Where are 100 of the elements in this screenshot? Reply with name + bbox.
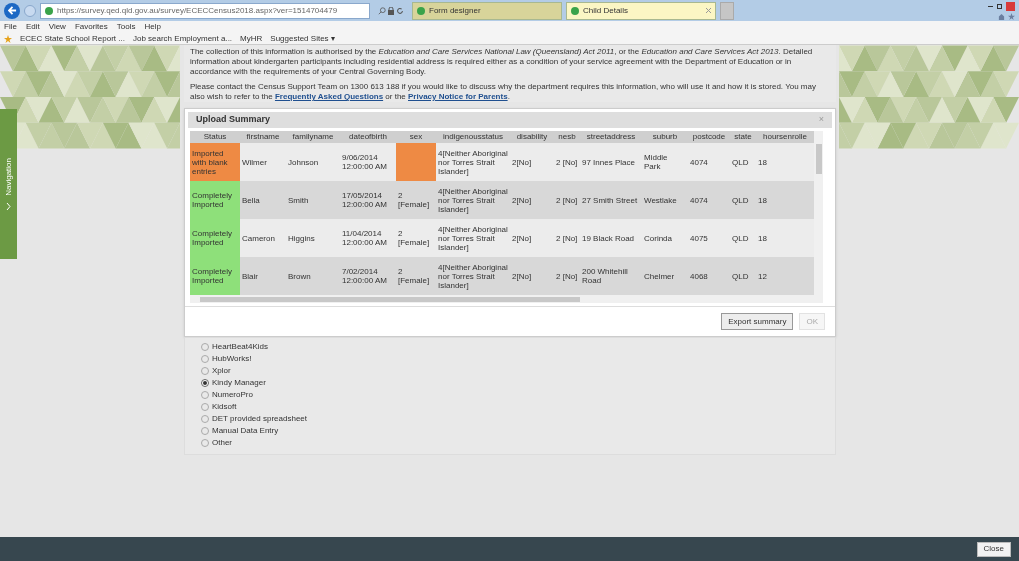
menu-item[interactable]: File	[4, 21, 17, 33]
table-cell-text: Westlake	[643, 195, 678, 205]
site-icon	[417, 6, 425, 15]
favorites-star-icon	[4, 34, 12, 43]
address-bar[interactable]: https://survey.qed.qld.gov.au/survey/ECECCensus2018.aspx?ver=1514704479	[40, 2, 370, 19]
vertical-scrollbar[interactable]	[814, 131, 823, 303]
minimize-icon[interactable]	[988, 5, 993, 7]
column-header: state	[733, 131, 753, 143]
menu-item[interactable]: View	[48, 21, 66, 33]
radio-label: Manual Data Entry	[212, 426, 279, 436]
column-header: sex	[408, 131, 424, 143]
table-cell-text: Chelmer	[643, 271, 676, 281]
star-icon[interactable]	[1008, 12, 1015, 20]
column-header: postcode	[691, 131, 727, 143]
scrollbar-thumb[interactable]	[815, 144, 822, 174]
restore-icon[interactable]	[997, 3, 1002, 9]
privacy-notice-link[interactable]: Privacy Notice for Parents	[408, 92, 508, 101]
table-cell-text: 2 [Female]	[397, 191, 431, 209]
radio-label: Other	[212, 438, 232, 448]
horizontal-scrollbar[interactable]	[190, 295, 814, 303]
column-header: indigenousstatus	[441, 131, 504, 143]
radio-button[interactable]	[201, 379, 209, 387]
table-cell-text: 4068	[689, 271, 709, 281]
site-icon	[45, 6, 53, 15]
chevron-right-icon	[6, 203, 11, 211]
status-cell: Completely Imported	[190, 257, 240, 295]
favorite-link[interactable]: Job search Employment a...	[132, 32, 233, 45]
favorite-link[interactable]: MyHR	[240, 32, 263, 45]
column-header: suburb	[651, 131, 679, 143]
table-cell-text: 4[Neither Aboriginal nor Torres Strait Islander]	[437, 186, 509, 214]
home-icon[interactable]	[998, 12, 1005, 20]
column-header: disability	[515, 131, 549, 143]
menu-item[interactable]: Help	[144, 21, 161, 33]
radio-label: DET provided spreadsheet	[212, 414, 308, 424]
radio-label: Kidsoft	[212, 402, 237, 412]
favorite-link[interactable]: Suggested Sites ▾	[270, 32, 335, 45]
table-cell-text: 2 [No]	[555, 157, 579, 167]
forward-button[interactable]	[24, 4, 36, 17]
column-header: hoursenrolle	[762, 131, 808, 143]
status-cell: Completely Imported	[190, 181, 240, 219]
close-icon[interactable]	[706, 8, 711, 13]
table-cell-text: 2 [Female]	[397, 267, 431, 285]
url-text: https://survey.qed.qld.gov.au/survey/ECECCensus2018.aspx?ver=1514704479	[57, 4, 338, 17]
radio-label: HubWorks!	[212, 354, 252, 364]
table-cell-text: 4075	[689, 233, 709, 243]
favorite-link[interactable]: ECEC State School Report ...	[20, 32, 125, 45]
table-cell-text: 4[Neither Aboriginal nor Torres Strait Islander]	[437, 224, 509, 252]
column-header: nesb	[557, 131, 577, 143]
table-cell-text: 2[No]	[511, 233, 533, 243]
refresh-icon	[396, 6, 404, 15]
table-cell-text: Wilmer	[241, 157, 268, 167]
menu-item[interactable]: Tools	[116, 21, 136, 33]
back-arrow-icon	[7, 6, 17, 15]
table-cell-text: 19 Black Road	[581, 233, 636, 243]
radio-label: Xplor	[212, 366, 231, 376]
radio-label: Kindy Manager	[212, 378, 266, 388]
authorisation-paragraph: The collection of this information is authorised by the Education and Care Services National Law (Queensland) Act 2011, or the Education and Care Services Act 2013. Detailed information about kindergarten participants including residential address is required either as a condition of your service agreement with the Department of Education or in accordance with the requirements of your Central Governing Body.	[190, 47, 814, 77]
status-cell: Completely Imported	[190, 219, 240, 257]
new-tab-button[interactable]	[720, 1, 734, 20]
table-cell-text: 18	[757, 157, 768, 167]
table-cell-text: 9/06/2014 12:00:00 AM	[341, 153, 388, 171]
table-cell-text: 2 [No]	[555, 233, 579, 243]
close-button[interactable]: Close	[976, 541, 1011, 557]
table-cell-text: Higgins	[287, 233, 316, 243]
table-cell-text: 4[Neither Aboriginal nor Torres Strait Islander]	[437, 262, 509, 290]
faq-link[interactable]: Frequently Asked Questions	[274, 92, 384, 101]
table-cell-text: Corinda	[643, 233, 673, 243]
table-cell-text: 4074	[689, 157, 709, 167]
table-cell-text: 200 Whitehill Road	[581, 267, 629, 285]
table-cell-text: 2[No]	[511, 271, 533, 281]
browser-tab[interactable]: Form designer	[412, 1, 562, 20]
menu-item[interactable]: Favorites	[74, 21, 108, 33]
column-header: firstname	[245, 131, 281, 143]
table-cell-text: QLD	[731, 195, 750, 205]
table-cell-text: 11/04/2014 12:00:00 AM	[341, 229, 388, 247]
table-cell-text: Blair	[241, 271, 259, 281]
column-header: dateofbirth	[348, 131, 388, 143]
browser-tab[interactable]: Child Details	[566, 1, 716, 20]
dialog-button[interactable]: Export summary	[721, 313, 794, 330]
table-cell-text: QLD	[731, 157, 750, 167]
table-cell-text: 4[Neither Aboriginal nor Torres Strait Islander]	[437, 148, 509, 176]
table-cell-text: 7/02/2014 12:00:00 AM	[341, 267, 388, 285]
table-cell-text: 18	[757, 195, 768, 205]
table-cell-text: 27 Smith Street	[581, 195, 639, 205]
back-button[interactable]	[4, 2, 20, 19]
column-header: familyname	[291, 131, 335, 143]
table-cell-text: 2 [No]	[555, 271, 579, 281]
menu-item[interactable]: Edit	[25, 21, 40, 33]
dialog-title: Upload Summary	[196, 113, 271, 127]
table-cell-text: 2[No]	[511, 195, 533, 205]
table-cell-text: QLD	[731, 233, 750, 243]
scrollbar-thumb[interactable]	[200, 296, 580, 302]
table-cell-text: 4074	[689, 195, 709, 205]
table-cell-text: 18	[757, 233, 768, 243]
search-icon	[378, 6, 386, 15]
table-cell-text: Cameron	[241, 233, 276, 243]
contact-paragraph: Please contact the Census Support Team on 1300 613 188 if you would like to discuss why the department requires this information, who will use it and how it is stored. You may also wish to refer to the Frequently Asked Questions or the Privacy Notice for Parents.	[190, 82, 817, 102]
radio-label: NumeroPro	[212, 390, 253, 400]
table-cell-text: Bella	[241, 195, 261, 205]
radio-label: HeartBeat4Kids	[212, 342, 269, 352]
